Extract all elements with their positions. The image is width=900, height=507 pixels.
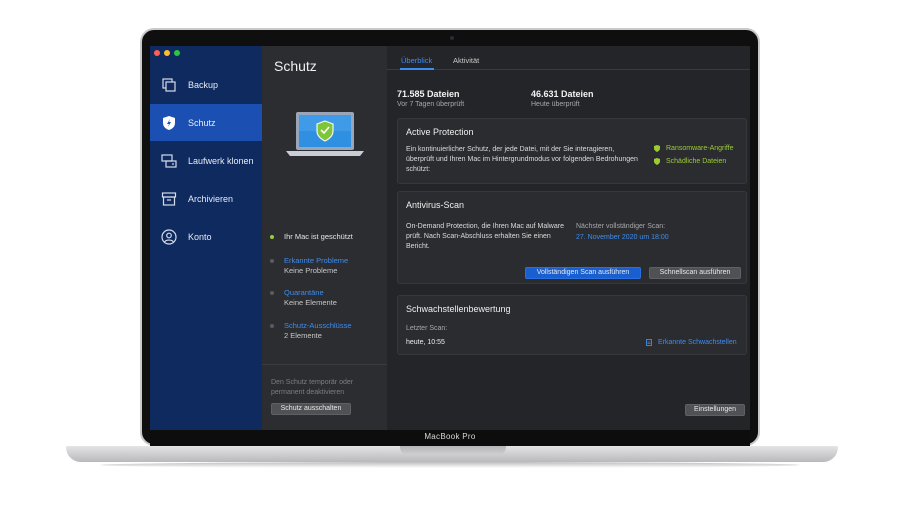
zoom-window-button[interactable]: [174, 50, 180, 56]
detected-problems-link[interactable]: Erkannte Probleme: [284, 256, 348, 266]
sidebar-item-label: Archivieren: [188, 193, 234, 204]
protection-panel: Schutz Ihr Mac ist geschützt Erkannte Pr…: [262, 46, 387, 430]
sidebar-item-archivieren[interactable]: Archivieren: [150, 180, 262, 217]
device-label: MacBook Pro: [424, 432, 476, 441]
link-label: Erkannte Schwachstellen: [658, 339, 737, 346]
sidebar-item-konto[interactable]: Konto: [150, 218, 262, 255]
stat-files-today: 46.631 Dateien: [531, 89, 594, 99]
quarantine[interactable]: Quarantäne Keine Elemente: [270, 288, 337, 308]
app-window: Backup Schutz Laufwerk klonen Archiviere…: [150, 46, 750, 430]
active-tab-indicator: [400, 68, 434, 70]
report-icon: [646, 339, 652, 346]
tab-aktivitaet[interactable]: Aktivität: [453, 56, 479, 65]
last-scan-value: heute, 10:55: [406, 339, 445, 346]
exclusions-link[interactable]: Schutz-Ausschlüsse: [284, 321, 352, 331]
last-scan-label: Letzter Scan:: [406, 325, 448, 332]
archive-box-icon: [161, 191, 177, 207]
threat-malicious-files: Schädliche Dateien: [654, 158, 726, 165]
exclusions[interactable]: Schutz-Ausschlüsse 2 Elemente: [270, 321, 352, 341]
window-controls: [154, 50, 180, 56]
card-title: Schwachstellenbewertung: [406, 304, 511, 314]
detected-vulnerabilities-link[interactable]: Erkannte Schwachstellen: [646, 339, 737, 346]
shield-bolt-icon: [161, 115, 177, 131]
settings-button[interactable]: Einstellungen: [685, 404, 745, 416]
sidebar-item-label: Backup: [188, 79, 219, 90]
disable-hint: Den Schutz temporär oder permanent deakt…: [271, 379, 354, 396]
list-bullet: [270, 324, 274, 328]
stage: Backup Schutz Laufwerk klonen Archiviere…: [0, 0, 900, 507]
stat-files-week-caption: Vor 7 Tagen überprüft: [397, 101, 465, 108]
laptop-shadow: [100, 462, 800, 468]
tab-bar: Überblick Aktivität: [387, 46, 750, 70]
detected-problems-value: Keine Probleme: [284, 266, 338, 275]
vulnerability-card: Schwachstellenbewertung Letzter Scan: he…: [397, 295, 747, 355]
card-description: Ein kontinuierlicher Schutz, der jede Da…: [406, 146, 638, 173]
backup-icon: [161, 77, 177, 93]
page-title: Schutz: [274, 58, 317, 74]
quick-scan-button[interactable]: Schnellscan ausführen: [649, 267, 741, 279]
minimize-window-button[interactable]: [164, 50, 170, 56]
sidebar-item-backup[interactable]: Backup: [150, 66, 262, 103]
threat-ransomware: Ransomware-Angriffe: [654, 145, 734, 152]
stat-files-today-caption: Heute überprüft: [531, 101, 580, 108]
list-bullet: [270, 291, 274, 295]
tab-ueberblick[interactable]: Überblick: [401, 56, 432, 65]
disable-protection-button[interactable]: Schutz ausschalten: [271, 403, 351, 415]
camera-icon: [450, 36, 454, 40]
sidebar-item-schutz[interactable]: Schutz: [150, 104, 262, 141]
quarantine-link[interactable]: Quarantäne: [284, 288, 337, 298]
clone-disk-icon: [161, 153, 177, 169]
card-title: Active Protection: [406, 127, 474, 137]
protection-footer: Den Schutz temporär oder permanent deakt…: [262, 364, 387, 430]
card-description: On-Demand Protection, die Ihren Mac auf …: [406, 223, 564, 250]
sidebar: Backup Schutz Laufwerk klonen Archiviere…: [150, 46, 262, 430]
sidebar-item-label: Laufwerk klonen: [188, 155, 254, 166]
sidebar-item-label: Konto: [188, 231, 212, 242]
laptop-notch: [400, 446, 506, 455]
main-content: Überblick Aktivität 71.585 Dateien Vor 7…: [387, 46, 750, 430]
threat-label: Schädliche Dateien: [666, 158, 727, 165]
sidebar-item-label: Schutz: [188, 117, 216, 128]
status-ok-dot: [270, 235, 274, 239]
exclusions-value: 2 Elemente: [284, 331, 322, 340]
next-scan-label: Nächster vollständiger Scan:: [576, 223, 666, 230]
status-text: Ihr Mac ist geschützt: [284, 232, 353, 241]
full-scan-button[interactable]: Vollständigen Scan ausführen: [525, 267, 641, 279]
threat-label: Ransomware-Angriffe: [666, 145, 734, 152]
protection-status: Ihr Mac ist geschützt: [270, 232, 353, 242]
quarantine-value: Keine Elemente: [284, 298, 337, 307]
antivirus-card: Antivirus-Scan On-Demand Protection, die…: [397, 191, 747, 284]
sidebar-item-laufwerk-klonen[interactable]: Laufwerk klonen: [150, 142, 262, 179]
active-protection-card: Active Protection Ein kontinuierlicher S…: [397, 118, 747, 184]
close-window-button[interactable]: [154, 50, 160, 56]
next-scan-value: 27. November 2020 um 18:00: [576, 234, 669, 241]
laptop-shield-illustration: [284, 110, 366, 165]
stat-files-week: 71.585 Dateien: [397, 89, 460, 99]
shield-check-icon: [654, 158, 660, 165]
detected-problems[interactable]: Erkannte Probleme Keine Probleme: [270, 256, 348, 276]
card-title: Antivirus-Scan: [406, 200, 465, 210]
shield-check-icon: [654, 145, 660, 152]
account-icon: [161, 228, 177, 245]
list-bullet: [270, 259, 274, 263]
